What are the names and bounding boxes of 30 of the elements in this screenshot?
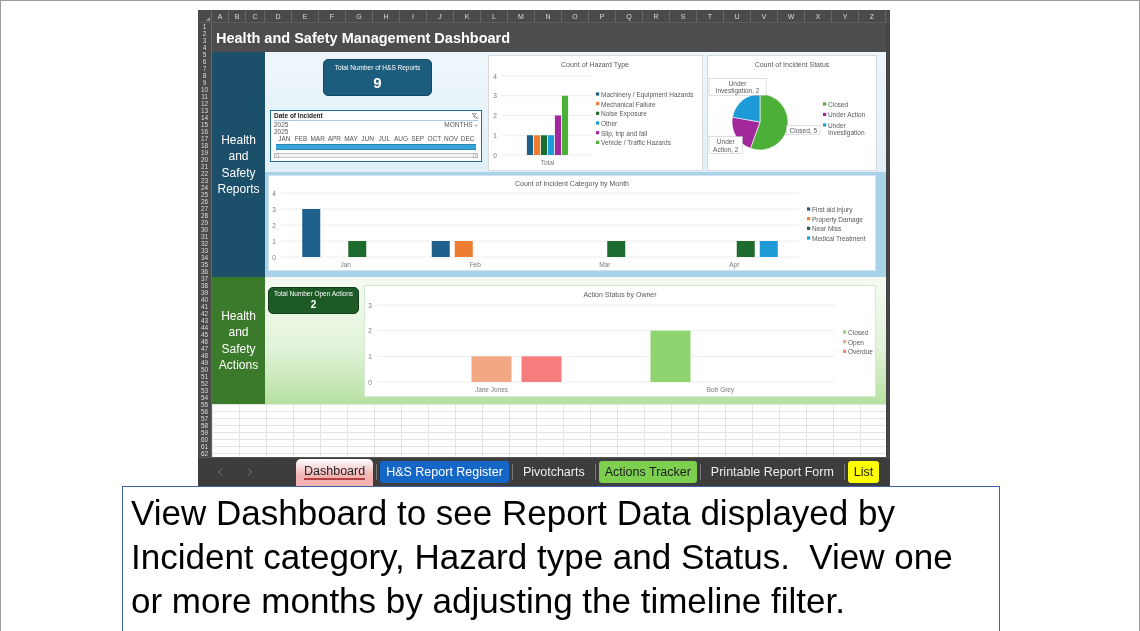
corner-triangle-icon xyxy=(206,17,210,21)
chevron-down-icon xyxy=(474,123,478,127)
caption-text: View Dashboard to see Report Data displayed by Incident category, Hazard type and Status. View one or more months by adjusting the timeline filter. xyxy=(122,486,1000,631)
bar xyxy=(454,241,473,257)
sheet-tab[interactable]: Actions Tracker xyxy=(598,461,697,483)
filter-clear-icon[interactable] xyxy=(472,113,478,119)
kpi-value: 2 xyxy=(310,300,317,311)
bar xyxy=(736,241,755,257)
kpi-value: 9 xyxy=(373,75,382,91)
sheet-tab[interactable]: Dashboard xyxy=(296,459,374,486)
bar xyxy=(348,241,367,257)
dashboard-title: Health and Safety Management Dashboard xyxy=(216,31,511,46)
scroll-left-icon[interactable] xyxy=(274,153,279,158)
sheet-tab[interactable]: Pivotcharts xyxy=(515,461,592,483)
timeline-month-cell[interactable] xyxy=(276,144,293,150)
bar xyxy=(607,241,626,257)
sheet-tab[interactable]: List xyxy=(847,461,880,483)
scroll-right-icon[interactable] xyxy=(473,153,478,158)
section-label: Health and Safety Reports xyxy=(212,52,265,277)
bar xyxy=(521,356,562,382)
bar xyxy=(302,209,321,257)
sheet-tab[interactable]: H&S Report Register xyxy=(380,461,509,483)
timeline-month-cell[interactable] xyxy=(459,144,476,150)
bar xyxy=(650,330,691,382)
section-label: Health and Safety Actions xyxy=(212,277,265,404)
bar xyxy=(431,241,450,257)
timeline-scrollbar[interactable] xyxy=(274,153,478,158)
bar xyxy=(759,241,778,257)
bar xyxy=(471,356,512,382)
sheet-tab[interactable]: Printable Report Form xyxy=(703,461,841,483)
